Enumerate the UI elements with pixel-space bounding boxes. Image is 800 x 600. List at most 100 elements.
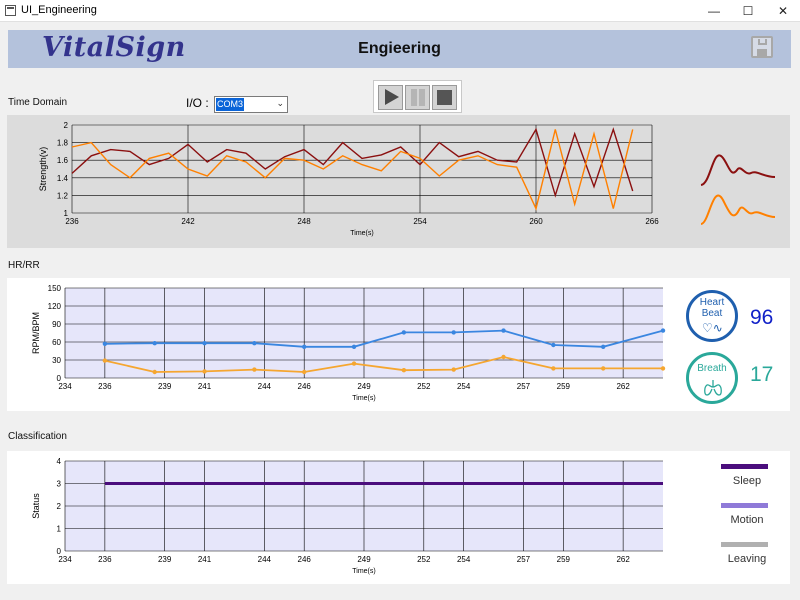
save-icon[interactable] — [751, 36, 773, 58]
x-tick-label: 254 — [457, 555, 471, 564]
data-point — [660, 366, 666, 371]
chevron-down-icon: ⌄ — [276, 98, 284, 108]
x-tick-label: 239 — [158, 382, 172, 391]
y-axis-label: Status — [31, 493, 41, 519]
breath-rate-value: 17 — [750, 363, 774, 386]
y-tick-label: 1.4 — [57, 174, 69, 183]
x-tick-label: 246 — [298, 382, 312, 391]
close-button[interactable]: ✕ — [766, 0, 800, 22]
breath-indicator: Breath — [686, 352, 738, 404]
x-tick-label: 244 — [258, 382, 272, 391]
logo: VitalSign — [42, 32, 186, 63]
classification-panel: 0 1 2 3 4 234 236 239 241 244 246 249 252 254 257 259 26… — [7, 451, 790, 584]
data-point — [252, 341, 257, 346]
x-tick-label: 236 — [98, 555, 112, 564]
legend-motion-label: Motion — [730, 514, 764, 526]
data-point — [302, 344, 307, 349]
y-tick-label: 90 — [52, 320, 61, 329]
maximize-button[interactable]: ☐ — [731, 0, 765, 22]
y-tick-label: 2 — [64, 121, 69, 130]
stop-icon[interactable] — [432, 85, 457, 110]
data-point — [102, 358, 108, 363]
time-domain-chart: 11.21.41.61.82236 242 248 254 260 266Time(s)S… — [38, 121, 659, 237]
x-tick-label: 257 — [517, 555, 531, 564]
hr-rr-label: HR/RR — [8, 260, 40, 271]
y-tick-label: 150 — [48, 284, 62, 293]
window-title: UI_Engineering — [21, 4, 97, 16]
x-tick-label: 248 — [297, 217, 311, 226]
data-point — [102, 341, 108, 346]
classification-label: Classification — [8, 431, 67, 442]
x-tick-label: 242 — [181, 217, 195, 226]
legend-sleep-label: Sleep — [732, 475, 762, 487]
io-port-select[interactable]: COM3 ⌄ — [214, 96, 288, 113]
x-tick-label: 244 — [258, 555, 272, 564]
time-domain-label: Time Domain — [8, 97, 68, 108]
heart-beat-indicator: Heart Beat ♡∿ — [686, 290, 738, 342]
waveform-legend-icons — [700, 154, 776, 225]
x-tick-label: 241 — [198, 382, 212, 391]
data-point — [401, 368, 407, 373]
minimize-button[interactable]: — — [697, 0, 731, 22]
y-tick-label: 1.8 — [57, 139, 69, 148]
data-point — [451, 367, 456, 372]
y-tick-label: 30 — [52, 356, 61, 365]
app-header: Engieering VitalSign — [8, 30, 791, 68]
app-icon — [5, 5, 16, 16]
x-tick-label: 259 — [557, 382, 571, 391]
heart-beat-label: Heart Beat — [699, 297, 725, 319]
data-point — [202, 341, 207, 346]
data-point — [551, 342, 556, 348]
x-tick-label: 249 — [357, 382, 371, 391]
heart-rate-value: 96 — [750, 306, 774, 329]
data-point — [660, 328, 666, 333]
save-icon-label — [758, 39, 767, 45]
data-point — [152, 369, 157, 375]
legend-leaving-swatch — [721, 542, 768, 547]
x-tick-label: 260 — [529, 217, 543, 226]
playback-controls — [373, 80, 462, 113]
y-axis-label: RPM/BPM — [31, 312, 41, 354]
hr-rr-panel: 0 30 60 90 120 150 234 236 239 241 244 246 249 252 254… — [7, 278, 790, 411]
pause-icon[interactable] — [405, 85, 430, 110]
y-tick-label: 1.6 — [57, 156, 69, 165]
x-tick-label: 262 — [616, 382, 630, 391]
legend-motion-swatch — [721, 503, 768, 508]
breath-label: Breath — [697, 363, 727, 374]
x-tick-label: 236 — [65, 217, 79, 226]
x-tick-label: 241 — [198, 555, 212, 564]
data-point — [501, 354, 506, 360]
io-port-value: COM3 — [216, 98, 245, 111]
x-axis-label: Time(s) — [350, 230, 373, 237]
time-domain-panel: 1 1.2 1.4 1.6 1.8 2 236 242 248 254 260 266 Time(s) S… — [7, 115, 790, 248]
data-point — [351, 361, 357, 366]
lungs-icon — [704, 380, 722, 396]
play-icon[interactable] — [378, 85, 403, 110]
data-point — [501, 328, 506, 333]
title-bar: UI_Engineering — ☐ ✕ — [0, 0, 800, 22]
data-point — [601, 366, 606, 371]
orange-waveform-icon — [700, 194, 776, 225]
x-tick-label: 236 — [98, 382, 112, 391]
x-tick-label: 262 — [616, 555, 630, 564]
y-tick-label: 3 — [57, 480, 62, 489]
x-axis-label: Time(s) — [352, 568, 375, 575]
data-point — [451, 330, 456, 335]
data-point — [551, 366, 556, 371]
y-tick-label: 60 — [52, 338, 61, 347]
x-tick-label: 246 — [298, 555, 312, 564]
y-tick-label: 120 — [48, 302, 62, 311]
pause-bar-right — [419, 89, 425, 106]
heart-pulse-icon: ♡∿ — [702, 321, 723, 335]
io-label: I/O : — [186, 96, 209, 110]
y-tick-label: 2 — [57, 502, 62, 511]
x-tick-label: 252 — [417, 382, 431, 391]
save-icon-slot — [757, 49, 767, 56]
data-point — [601, 344, 606, 349]
x-tick-label: 252 — [417, 555, 431, 564]
y-tick-label: 4 — [57, 457, 62, 466]
classification-chart: 01234234 236 239 241 244 246 249 252 254 257 259 26… — [31, 457, 663, 575]
legend-sleep-swatch — [721, 464, 768, 469]
legend-leaving-label: Leaving — [727, 553, 767, 565]
x-tick-label: 249 — [357, 555, 371, 564]
